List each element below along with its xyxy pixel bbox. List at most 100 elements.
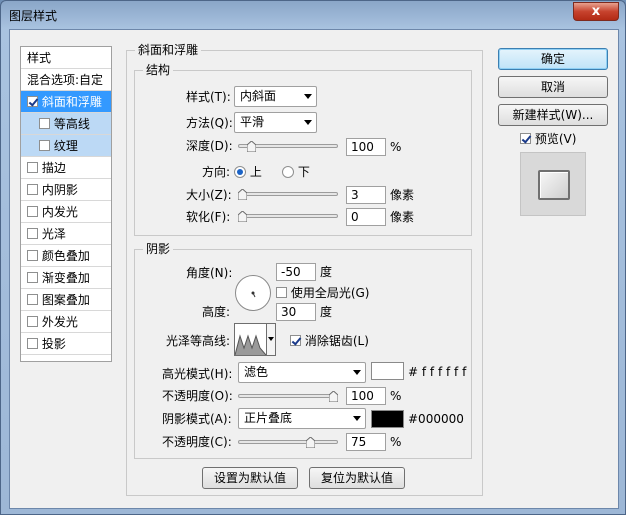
dialog-body: 样式混合选项:自定 斜面和浮雕 等高线 纹理 描边 内阴影 内发光 光泽 颜色叠…: [9, 29, 619, 509]
style-list-item[interactable]: 光泽: [21, 223, 111, 245]
shadow-opacity-thumb[interactable]: [306, 437, 316, 448]
radio-off-icon: [282, 165, 294, 178]
gloss-contour-dropdown[interactable]: [266, 323, 276, 356]
style-list-item[interactable]: 样式: [21, 47, 111, 69]
style-list-item[interactable]: 内阴影: [21, 179, 111, 201]
altitude-input[interactable]: 30: [276, 303, 316, 321]
size-slider-thumb[interactable]: [238, 189, 247, 200]
style-list-item[interactable]: 渐变叠加: [21, 267, 111, 289]
direction-down-label: 下: [297, 165, 310, 179]
shadow-opacity-input[interactable]: 75: [346, 433, 386, 451]
style-list-item-label: 描边: [41, 161, 66, 175]
checkbox-checked-icon[interactable]: [27, 96, 38, 107]
highlight-opacity-thumb[interactable]: [329, 391, 338, 402]
reset-default-button[interactable]: 复位为默认值: [309, 467, 405, 489]
style-list-item[interactable]: 描边: [21, 157, 111, 179]
checkbox-icon[interactable]: [27, 250, 38, 261]
size-slider[interactable]: [238, 192, 338, 196]
style-list-item[interactable]: 内发光: [21, 201, 111, 223]
depth-label: 深度(D):: [186, 139, 233, 153]
highlight-mode-value: 滤色: [244, 365, 269, 379]
angle-unit: 度: [320, 265, 333, 279]
depth-input[interactable]: 100: [346, 138, 386, 156]
preview-checkbox[interactable]: 预览(V): [520, 131, 576, 147]
style-list-item-label: 等高线: [53, 117, 90, 131]
angle-input[interactable]: -50: [276, 263, 316, 281]
highlight-opacity-slider[interactable]: [238, 394, 338, 398]
bevel-style-select[interactable]: 内斜面: [234, 86, 317, 107]
checkbox-icon[interactable]: [27, 184, 38, 195]
technique-select[interactable]: 平滑: [234, 112, 317, 133]
checkbox-icon[interactable]: [27, 206, 38, 217]
style-list-item[interactable]: 混合选项:自定: [21, 69, 111, 91]
checkbox-icon[interactable]: [27, 294, 38, 305]
depth-slider-thumb[interactable]: [247, 141, 257, 152]
shading-title: 阴影: [143, 242, 174, 256]
make-default-button[interactable]: 设置为默认值: [202, 467, 298, 489]
soften-unit: 像素: [390, 210, 415, 224]
ok-button[interactable]: 确定: [498, 48, 608, 70]
highlight-color-hex: # f f f f f f: [408, 365, 467, 379]
direction-up-radio[interactable]: 上: [234, 164, 262, 180]
highlight-color-swatch[interactable]: [371, 362, 404, 380]
angle-dial[interactable]: [235, 275, 271, 311]
shadow-mode-select[interactable]: 正片叠底: [238, 408, 366, 429]
style-list-item-label: 图案叠加: [41, 293, 90, 307]
checkbox-icon[interactable]: [27, 272, 38, 283]
highlight-opacity-label: 不透明度(O):: [162, 389, 233, 403]
bevel-style-value: 内斜面: [240, 89, 277, 103]
style-list-item[interactable]: 斜面和浮雕: [21, 91, 111, 113]
style-list-item[interactable]: 纹理: [21, 135, 111, 157]
checkbox-icon[interactable]: [27, 316, 38, 327]
soften-slider-thumb[interactable]: [238, 211, 247, 222]
style-list-item[interactable]: 投影: [21, 333, 111, 355]
preview-label: 预览(V): [534, 132, 577, 146]
highlight-opacity-input[interactable]: 100: [346, 387, 386, 405]
bevel-emboss-title: 斜面和浮雕: [135, 43, 202, 57]
chevron-down-icon: [268, 337, 274, 341]
size-input[interactable]: 3: [346, 186, 386, 204]
checkbox-checked-icon: [290, 335, 301, 346]
global-light-checkbox[interactable]: 使用全局光(G): [276, 285, 370, 301]
checkbox-icon[interactable]: [27, 162, 38, 173]
altitude-unit: 度: [320, 305, 333, 319]
chevron-down-icon: [353, 370, 361, 375]
direction-down-radio[interactable]: 下: [282, 164, 310, 180]
checkbox-icon[interactable]: [39, 140, 50, 151]
highlight-opacity-unit: %: [390, 389, 402, 403]
size-label: 大小(Z):: [186, 188, 232, 202]
style-list-item-label: 内阴影: [41, 183, 78, 197]
chevron-down-icon: [304, 120, 312, 125]
new-style-button[interactable]: 新建样式(W)...: [498, 104, 608, 126]
antialias-checkbox[interactable]: 消除锯齿(L): [290, 333, 369, 349]
style-list-item[interactable]: 图案叠加: [21, 289, 111, 311]
checkbox-icon[interactable]: [27, 338, 38, 349]
style-list-item[interactable]: 颜色叠加: [21, 245, 111, 267]
checkbox-icon: [276, 287, 287, 298]
style-list-item-label: 光泽: [41, 227, 66, 241]
style-label: 样式(T):: [186, 90, 231, 104]
cancel-button[interactable]: 取消: [498, 76, 608, 98]
technique-label: 方法(Q):: [186, 116, 233, 130]
size-unit: 像素: [390, 188, 415, 202]
soften-slider[interactable]: [238, 214, 338, 218]
style-list-item-label: 内发光: [41, 205, 78, 219]
highlight-mode-select[interactable]: 滤色: [238, 362, 366, 383]
style-list-item-label: 投影: [41, 337, 66, 351]
soften-input[interactable]: 0: [346, 208, 386, 226]
checkbox-icon[interactable]: [27, 228, 38, 239]
shadow-color-hex: #000000: [408, 412, 464, 426]
style-list-item-label: 混合选项:自定: [27, 73, 104, 87]
style-list-item[interactable]: 外发光: [21, 311, 111, 333]
shadow-opacity-slider[interactable]: [238, 440, 338, 444]
preview-swatch-icon: [538, 170, 570, 200]
highlight-mode-label: 高光模式(H):: [162, 367, 233, 381]
shadow-mode-value: 正片叠底: [244, 411, 293, 425]
shadow-color-swatch[interactable]: [371, 410, 404, 428]
close-button[interactable]: x: [573, 2, 619, 21]
style-list-item[interactable]: 等高线: [21, 113, 111, 135]
shadow-opacity-label: 不透明度(C):: [162, 435, 232, 449]
checkbox-icon[interactable]: [39, 118, 50, 129]
gloss-contour-picker[interactable]: [234, 323, 267, 356]
depth-unit: %: [390, 140, 402, 154]
